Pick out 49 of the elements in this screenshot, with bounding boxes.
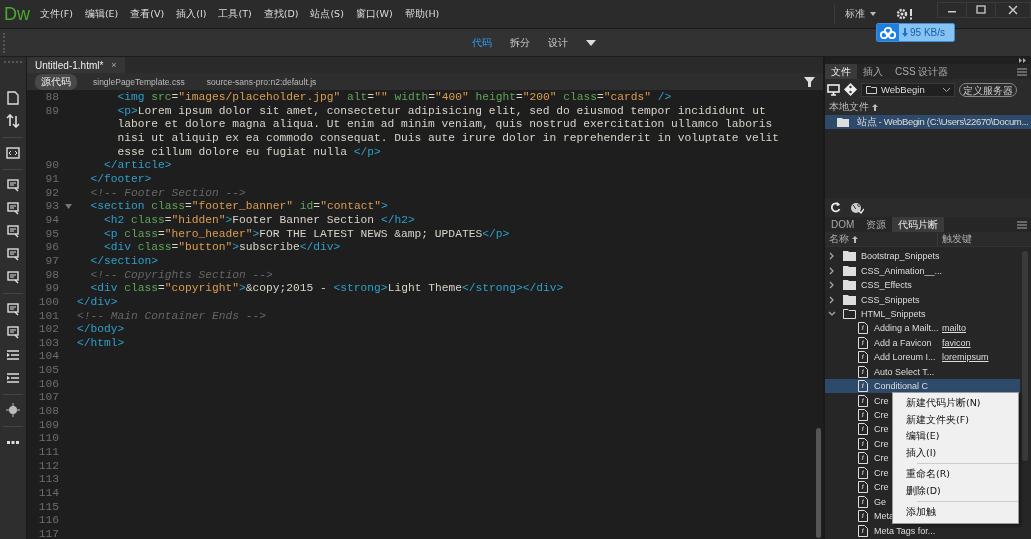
line-number: 100 (37, 295, 59, 310)
line-number: 106 (37, 377, 59, 392)
code-line: <img src="images/placeholder.jpg" alt="" width="400" height="200" class="cards" /> (116, 91, 673, 105)
app-logo: Dw (4, 3, 30, 25)
line-number: 107 (37, 391, 59, 406)
line-number: 104 (37, 350, 59, 365)
line-number: 108 (37, 405, 59, 419)
line-number: 115 (37, 500, 59, 515)
code-line: </body> (77, 323, 126, 337)
line-number: 95 (44, 227, 59, 242)
line-number: 110 (37, 432, 59, 447)
code-line: </html> (77, 336, 126, 351)
line-number: 103 (37, 336, 59, 351)
speed-text: 95 KB/s (910, 27, 946, 38)
code-line: <div class="button">subscribe</div> (103, 241, 342, 255)
document-title: Untitled-1.html* (35, 59, 104, 71)
line-number: 112 (37, 459, 59, 474)
line-number: 114 (37, 487, 59, 501)
line-number: 91 (44, 172, 59, 187)
line-number: 90 (44, 159, 59, 173)
line-number: 116 (37, 514, 59, 528)
code-line: <p>Lorem ipsum dolor sit amet, consectetur adipisicing elit, sed do eiusmod tempor incididunt ut labore et dolore magna aliqua. Ut enim ad minim veniam, quis nostrud exercitation ullamco laboris nisi ut aliquip ex ea commodo consequat. Duis aute irure dolor in reprehenderit in voluptate velit esse cillum dolore eu fugiat nulla </p> (116, 104, 781, 160)
line-number: 109 (37, 418, 59, 433)
line-number: 113 (37, 473, 59, 488)
line-number: 99 (44, 282, 59, 296)
line-number: 97 (44, 254, 59, 269)
line-number: 93 (44, 200, 59, 214)
code-line: <!-- Main Container Ends --> (77, 309, 268, 324)
code-line: </footer> (89, 172, 153, 187)
line-number: 102 (37, 323, 59, 337)
line-number: 92 (44, 186, 59, 201)
line-number: 98 (44, 268, 59, 283)
code-line: </section> (89, 254, 160, 269)
code-line: <section class="footer_banner" id="contact"> (89, 200, 389, 214)
code-line: </div> (77, 295, 119, 310)
line-number: 96 (44, 241, 59, 255)
line-number: 94 (44, 213, 59, 228)
line-number: 117 (37, 528, 59, 539)
code-line: <div class="copyright">&copy;2015 - <strong>Light Theme</strong></div> (89, 282, 565, 296)
line-number: 111 (37, 446, 59, 460)
code-line: <!-- Copyrights Section --> (89, 268, 274, 283)
code-line: <!-- Footer Section --> (89, 186, 247, 201)
code-line: <h2 class="hidden">Footer Banner Section </h2> (103, 213, 416, 228)
line-number: 89 (44, 104, 59, 119)
line-number: 101 (37, 309, 59, 324)
code-line: <p class="hero_header">FOR THE LATEST NEWS &amp; UPDATES</p> (103, 227, 511, 242)
code-line: </article> (103, 159, 173, 173)
line-number: 105 (37, 364, 59, 378)
line-number: 88 (44, 91, 59, 105)
